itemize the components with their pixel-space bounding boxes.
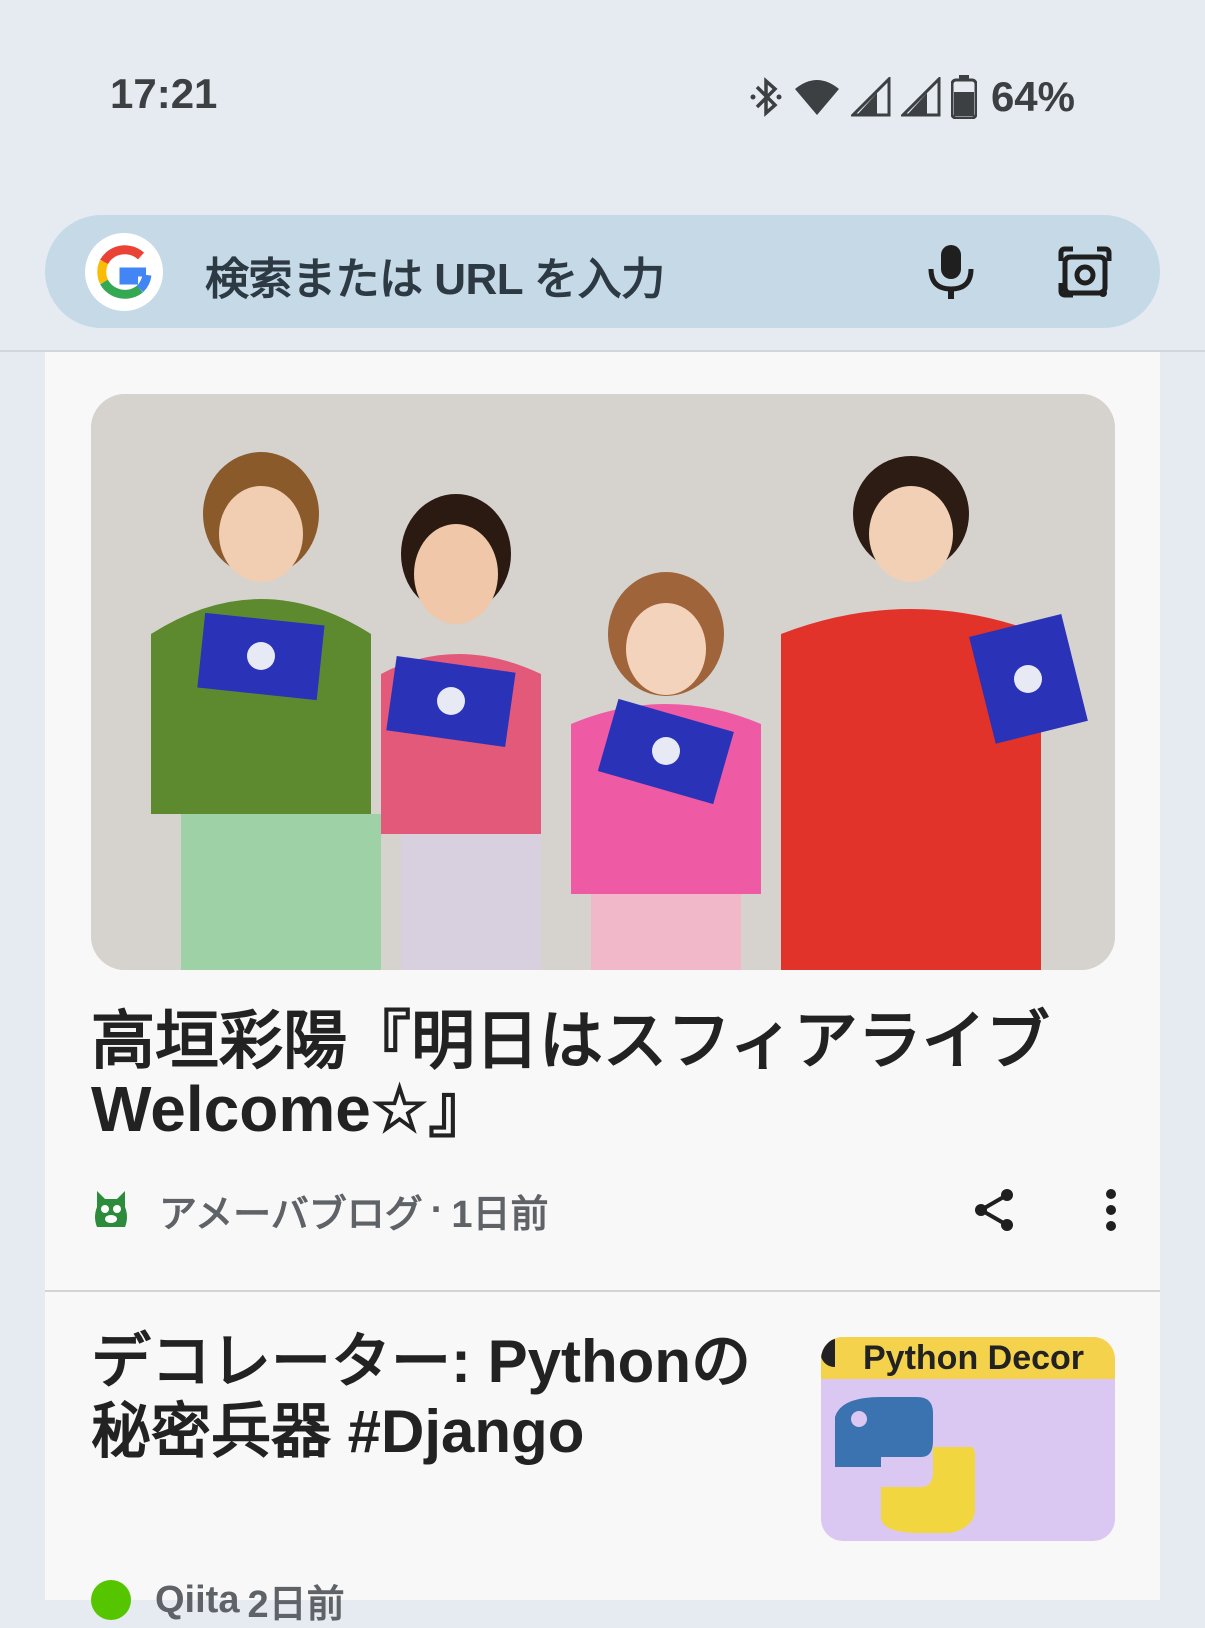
bluetooth-icon [750,77,782,117]
share-icon[interactable] [971,1186,1019,1234]
card-divider [45,1290,1160,1292]
article-title[interactable]: デコレーター: Pythonの秘密兵器 #Django [91,1327,771,1467]
qiita-icon [91,1580,131,1620]
status-icons: 64% [749,72,1075,122]
publish-time: 2日前 [247,1583,345,1626]
article-photo [91,394,1115,970]
battery-percent: 64% [990,73,1075,120]
source-name: アメーバブログ [159,1193,423,1236]
python-logo-icon [821,1339,975,1533]
lens-icon[interactable] [1055,243,1115,301]
article-title[interactable]: 高垣彩陽『明日はスフィアライブWelcome☆』 [91,1007,1101,1143]
status-bar: 17:21 64% [0,0,1205,190]
publish-time: 1日前 [451,1193,549,1236]
discover-feed: 高垣彩陽『明日はスフィアライブWelcome☆』 アメーバブログ · 1日前 デ… [45,352,1160,1626]
google-logo[interactable] [85,233,163,311]
search-input[interactable]: 検索または URL を入力 [205,243,665,307]
meta-separator: · [430,1188,444,1231]
google-g-icon [97,245,152,299]
battery-icon [950,75,977,119]
signal-icon [900,77,941,117]
source-name: Qiita [155,1578,240,1621]
signal-icon [850,77,891,117]
article-meta: Qiita 2日前 [91,1578,1115,1626]
article-thumbnail[interactable]: Python Decor [821,1337,1115,1541]
article-meta: アメーバブログ · 1日前 [91,1182,1116,1238]
clock: 17:21 [110,70,218,117]
search-bar[interactable]: 検索または URL を入力 [45,215,1160,328]
article-image[interactable] [91,394,1115,970]
ameba-icon [95,1191,127,1227]
more-options-icon[interactable] [1101,1186,1121,1234]
wifi-icon [794,80,839,115]
mic-icon[interactable] [923,243,979,301]
